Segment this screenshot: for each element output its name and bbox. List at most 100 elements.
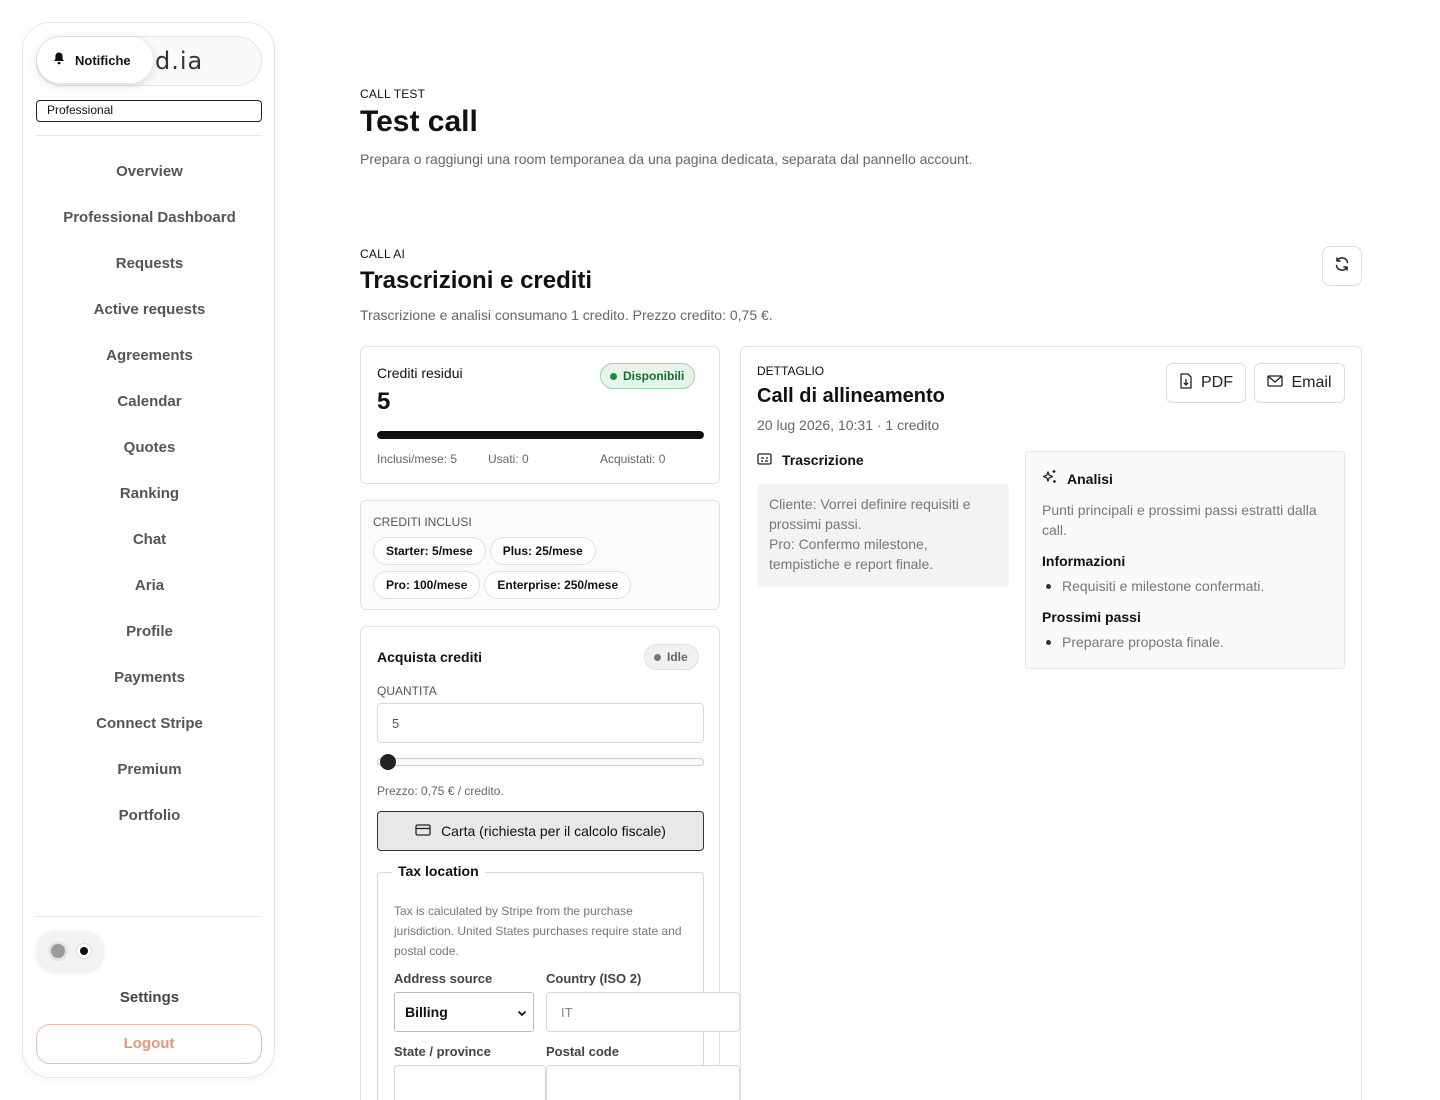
dark-mode-icon [77, 944, 91, 958]
sidebar-nav: Overview Professional Dashboard Requests… [23, 149, 276, 839]
detail-title: Call di allineamento [757, 385, 945, 407]
country-input[interactable]: IT [546, 992, 740, 1032]
sidebar-item-connect-stripe[interactable]: Connect Stripe [23, 701, 276, 747]
included-credits-card: CREDITI INCLUSI Starter: 5/mese Plus: 25/… [360, 500, 720, 610]
sidebar-item-profile[interactable]: Profile [23, 609, 276, 655]
credit-card-icon [415, 823, 431, 839]
page-eyebrow: CALL TEST [360, 87, 426, 101]
purchase-card: Acquista crediti Idle QUANTITA 5 Prezzo:… [360, 626, 740, 1100]
transcript-heading: Trascrizione [757, 452, 864, 468]
section-eyebrow: CALL AI [360, 247, 405, 261]
quantity-label: QUANTITA [377, 684, 437, 698]
file-download-icon [1179, 372, 1193, 394]
purchase-status-label: Idle [667, 650, 688, 664]
detail-card: DETTAGLIO Call di allineamento 20 lug 20… [740, 346, 1362, 1100]
divider [36, 916, 262, 917]
bell-icon [53, 52, 65, 68]
next-steps-title: Prossimi passi [1042, 609, 1141, 625]
status-badge: Disponibili [600, 363, 696, 389]
refresh-button[interactable] [1322, 246, 1362, 286]
analysis-heading: Analisi [1042, 469, 1113, 488]
sidebar-item-ranking[interactable]: Ranking [23, 471, 276, 517]
sidebar-item-premium[interactable]: Premium [23, 747, 276, 793]
credits-progress [377, 431, 704, 439]
info-title: Informazioni [1042, 553, 1126, 569]
quantity-slider[interactable] [377, 758, 704, 766]
postal-code-input[interactable] [546, 1065, 740, 1100]
sidebar-item-chat[interactable]: Chat [23, 517, 276, 563]
credits-card: Crediti residui 5 Disponibili Inclusi/me… [360, 346, 720, 484]
state-input[interactable] [394, 1065, 546, 1100]
country-label: Country (ISO 2) [546, 971, 642, 986]
analysis-summary: Punti principali e prossimi passi estrat… [1042, 502, 1317, 538]
plan-chip-pro: Pro: 100/mese [373, 571, 481, 599]
pdf-button[interactable]: PDF [1166, 363, 1246, 403]
tax-location-legend: Tax location [392, 863, 485, 879]
quantity-slider-thumb[interactable] [380, 754, 396, 770]
detail-eyebrow: DETTAGLIO [757, 364, 825, 378]
sidebar-item-calendar[interactable]: Calendar [23, 379, 276, 425]
theme-toggle[interactable] [37, 931, 103, 971]
credits-value: 5 [377, 388, 391, 415]
mail-icon [1267, 374, 1284, 392]
state-label: State / province [394, 1044, 491, 1059]
sidebar-item-aria[interactable]: Aria [23, 563, 276, 609]
status-badge-label: Disponibili [623, 369, 685, 383]
plan-chips: Starter: 5/mese Plus: 25/mese Pro: 100/me… [373, 537, 703, 605]
sidebar-item-agreements[interactable]: Agreements [23, 333, 276, 379]
sidebar-item-active-requests[interactable]: Active requests [23, 287, 276, 333]
refresh-icon [1334, 256, 1350, 277]
notifications-button[interactable]: Notifiche [37, 37, 153, 83]
plan-chip-enterprise: Enterprise: 250/mese [484, 571, 632, 599]
credits-included: Inclusi/mese: 5 [377, 452, 458, 466]
postal-code-label: Postal code [546, 1044, 619, 1059]
card-payment-button[interactable]: Carta (richiesta per il calcolo fiscale) [377, 811, 704, 851]
transcript-box: Cliente: Vorrei definire requisiti e pro… [757, 484, 1009, 587]
purchase-status-badge: Idle [644, 644, 699, 670]
logout-button[interactable]: Logout [36, 1024, 262, 1064]
credits-purchased: Acquistati: 0 [600, 452, 666, 466]
page-subtitle: Prepara o raggiungi una room temporanea … [360, 151, 973, 167]
plan-chip-starter: Starter: 5/mese [373, 537, 486, 565]
plan-chip-plus: Plus: 25/mese [489, 537, 596, 565]
credits-progress-fill [377, 431, 704, 439]
section-subtitle: Trascrizione e analisi consumano 1 credi… [360, 307, 773, 323]
tax-note: Tax is calculated by Stripe from the pur… [394, 904, 682, 958]
page-title: Test call [360, 105, 478, 138]
transcript-label: Trascrizione [782, 452, 864, 468]
credits-title: Crediti residui [377, 365, 463, 381]
purchase-title: Acquista crediti [377, 649, 483, 665]
notifications-label: Notifiche [75, 52, 131, 68]
divider [36, 135, 262, 136]
section-title: Trascrizioni e crediti [360, 267, 593, 294]
logo: d.ia [155, 47, 204, 75]
sparkles-icon [1042, 469, 1058, 488]
captions-icon [757, 452, 772, 468]
detail-meta: 20 lug 2026, 10:31 · 1 credito [757, 417, 940, 433]
price-note: Prezzo: 0,75 € / credito. [377, 784, 504, 798]
sidebar-item-requests[interactable]: Requests [23, 241, 276, 287]
address-source-select[interactable]: Billing [394, 992, 534, 1032]
analysis-title: Analisi [1067, 470, 1113, 487]
role-badge: Professional [36, 100, 262, 122]
sidebar: d.ia Notifiche Professional Overview Pro… [22, 22, 275, 1078]
address-source-label: Address source [394, 971, 493, 986]
settings-link[interactable]: Settings [23, 983, 276, 1013]
light-mode-icon [51, 944, 65, 958]
address-source-value: Billing [405, 1004, 448, 1020]
transcript-line: Pro: Confermo milestone, tempistiche e r… [769, 536, 934, 572]
sidebar-item-quotes[interactable]: Quotes [23, 425, 276, 471]
info-item: Requisiti e milestone confermati. [1045, 578, 1265, 594]
sidebar-item-overview[interactable]: Overview [23, 149, 276, 195]
next-step-item: Preparare proposta finale. [1046, 634, 1224, 650]
credits-used: Usati: 0 [488, 452, 529, 466]
sidebar-item-portfolio[interactable]: Portfolio [23, 793, 276, 839]
tax-location-fieldset: Tax location Tax is calculated by Stripe… [377, 863, 740, 1100]
transcript-line: Cliente: Vorrei definire requisiti e pro… [769, 496, 971, 532]
email-button[interactable]: Email [1254, 363, 1345, 403]
sidebar-item-professional-dashboard[interactable]: Professional Dashboard [23, 195, 276, 241]
card-payment-label: Carta (richiesta per il calcolo fiscale) [441, 823, 666, 839]
sidebar-item-payments[interactable]: Payments [23, 655, 276, 701]
quantity-input[interactable]: 5 [377, 703, 704, 743]
email-label: Email [1291, 374, 1332, 391]
